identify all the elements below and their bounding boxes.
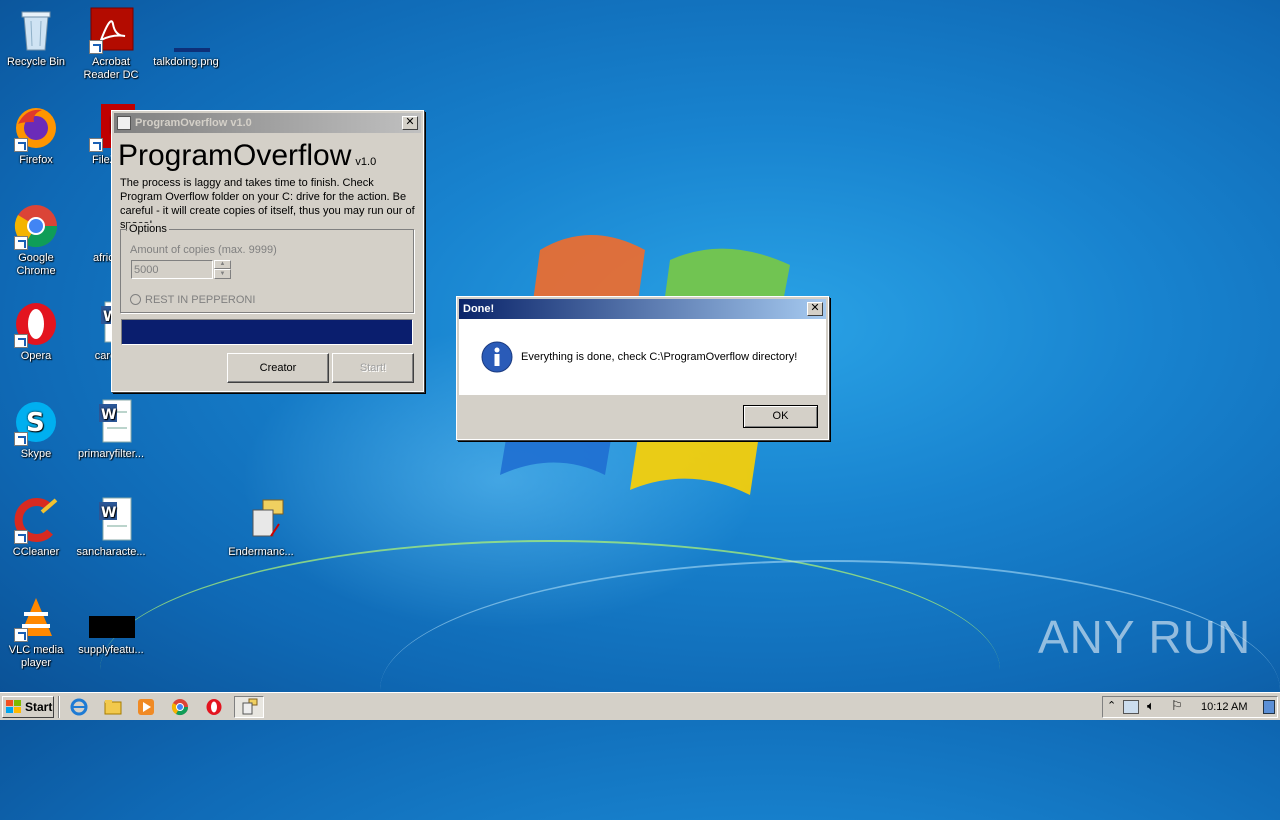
show-desktop-icon[interactable] (1263, 700, 1275, 714)
copies-input[interactable] (131, 260, 213, 279)
chrome-icon[interactable] (168, 696, 192, 718)
network-icon[interactable] (1123, 700, 1139, 714)
radio-label: REST IN PEPPERONI (145, 294, 256, 306)
info-icon (481, 341, 513, 373)
internet-explorer-icon[interactable] (67, 696, 91, 718)
close-button[interactable]: ✕ (807, 302, 823, 316)
shortcut-arrow-icon (14, 236, 28, 250)
app-icon (117, 116, 131, 130)
desktop-icon-ccleaner[interactable]: CCleaner (0, 496, 74, 559)
show-hidden-icons-chevron-icon[interactable]: ⌃ (1107, 699, 1116, 712)
close-button[interactable]: ✕ (402, 116, 418, 130)
desktop-icon-label: Firefox (19, 154, 53, 166)
desktop-icon-chrome[interactable]: Google Chrome (0, 202, 74, 278)
done-dialog-titlebar[interactable]: Done! ✕ (459, 299, 826, 319)
volume-icon[interactable]: 🔈︎ (1147, 698, 1155, 714)
word-document-icon: W (87, 496, 135, 544)
taskbar: Start ⌃ 🔈︎ ⚐ 10:12 AM (0, 692, 1280, 720)
programoverflow-exe-icon (237, 496, 285, 544)
opera-icon (12, 300, 60, 348)
vlc-icon (12, 594, 60, 642)
programoverflow-titlebar[interactable]: ProgramOverflow v1.0 ✕ (114, 113, 421, 133)
desktop-icon-label: VLC media player (8, 644, 64, 669)
shortcut-arrow-icon (89, 40, 103, 54)
shortcut-arrow-icon (14, 432, 28, 446)
options-groupbox: Options Amount of copies (max. 9999) ▲ ▼… (120, 223, 414, 313)
desktop-icon-label: sancharacte... (76, 546, 146, 558)
desktop-icon-recycle-bin[interactable]: Recycle Bin (0, 6, 74, 69)
desktop-icon-sancharacte[interactable]: W sancharacte... (73, 496, 149, 559)
desktop-icon-firefox[interactable]: Firefox (0, 104, 74, 167)
svg-text:W: W (101, 505, 116, 521)
explorer-folder-icon[interactable] (101, 696, 125, 718)
acrobat-icon (87, 6, 135, 54)
start-button[interactable]: Start! (332, 353, 414, 383)
desktop-icon-supplyfeatu[interactable]: supplyfeatu... (73, 594, 149, 657)
opera-icon[interactable] (202, 696, 226, 718)
options-label: Options (127, 223, 169, 235)
desktop-icon-label: Acrobat Reader DC (83, 56, 139, 81)
shortcut-arrow-icon (89, 138, 103, 152)
svg-text:W: W (101, 407, 116, 423)
spin-up-icon[interactable]: ▲ (214, 260, 231, 269)
desktop-icon-label: Opera (20, 350, 52, 362)
png-file-icon (162, 6, 210, 54)
spin-down-icon[interactable]: ▼ (214, 269, 231, 279)
desktop-icon-label: Endermanc... (228, 546, 294, 558)
desktop-icon-label: CCleaner (12, 546, 60, 558)
desktop-icon-skype[interactable]: S Skype (0, 398, 74, 461)
start-button[interactable]: Start (2, 696, 54, 718)
app-heading-text: ProgramOverflow (118, 139, 352, 172)
desktop-icon-acrobat[interactable]: Acrobat Reader DC (73, 6, 149, 82)
dialog-message: Everything is done, check C:\ProgramOver… (521, 351, 798, 363)
system-tray: ⌃ 🔈︎ ⚐ 10:12 AM (1102, 696, 1278, 718)
ok-button[interactable]: OK (743, 405, 818, 428)
recycle-bin-icon (12, 6, 60, 54)
desktop-icon-label: primaryfilter... (77, 448, 144, 460)
desktop-icon-vlc[interactable]: VLC media player (0, 594, 74, 670)
desktop-icon-label: Recycle Bin (6, 56, 66, 68)
desktop-icon-endermanc[interactable]: Endermanc... (223, 496, 299, 559)
windows-flag-icon (6, 700, 21, 713)
desktop-icon-label: Google Chrome (16, 252, 56, 277)
media-player-icon[interactable] (134, 696, 158, 718)
anyrun-watermark: ANY RUN (1038, 611, 1252, 663)
word-document-icon: W (87, 398, 135, 446)
svg-text:S: S (26, 408, 45, 438)
skype-icon: S (12, 398, 60, 446)
file-icon (87, 594, 135, 642)
window-title: ProgramOverflow v1.0 (135, 117, 252, 129)
copies-label: Amount of copies (max. 9999) (130, 244, 277, 256)
firefox-icon (12, 104, 60, 152)
dialog-message-area: Everything is done, check C:\ProgramOver… (459, 319, 826, 395)
desktop-icon-primaryfilter[interactable]: W primaryfilter... (73, 398, 149, 461)
clock[interactable]: 10:12 AM (1201, 701, 1247, 713)
dialog-title: Done! (463, 303, 495, 315)
action-center-flag-icon[interactable]: ⚐ (1171, 698, 1183, 714)
desktop-icon-talkdoing[interactable]: talkdoing.png (148, 6, 224, 69)
shortcut-arrow-icon (14, 334, 28, 348)
desktop-icon-opera[interactable]: Opera (0, 300, 74, 363)
wallpaper-swoosh-light (380, 560, 1280, 820)
app-heading: ProgramOverflow v1.0 (118, 139, 376, 173)
desktop-icon-label: talkdoing.png (153, 56, 219, 68)
app-version: v1.0 (355, 156, 377, 168)
chrome-icon (12, 202, 60, 250)
desktop-icon-label: supplyfeatu... (78, 644, 144, 656)
pepperoni-radio[interactable] (130, 294, 141, 305)
ccleaner-icon (12, 496, 60, 544)
programoverflow-window: ProgramOverflow v1.0 ✕ ProgramOverflow v1… (111, 110, 424, 392)
start-label: Start (25, 700, 53, 714)
programoverflow-task-icon[interactable] (234, 696, 264, 718)
done-dialog: Done! ✕ Everything is done, check C:\Pro… (456, 296, 829, 440)
progress-bar (121, 319, 413, 345)
desktop-icon-label: Skype (20, 448, 52, 460)
shortcut-arrow-icon (14, 628, 28, 642)
taskbar-divider (58, 696, 60, 718)
progress-fill (122, 320, 412, 344)
creator-button[interactable]: Creator (227, 353, 329, 383)
shortcut-arrow-icon (14, 138, 28, 152)
shortcut-arrow-icon (14, 530, 28, 544)
copies-spinner[interactable]: ▲ ▼ (214, 260, 231, 279)
